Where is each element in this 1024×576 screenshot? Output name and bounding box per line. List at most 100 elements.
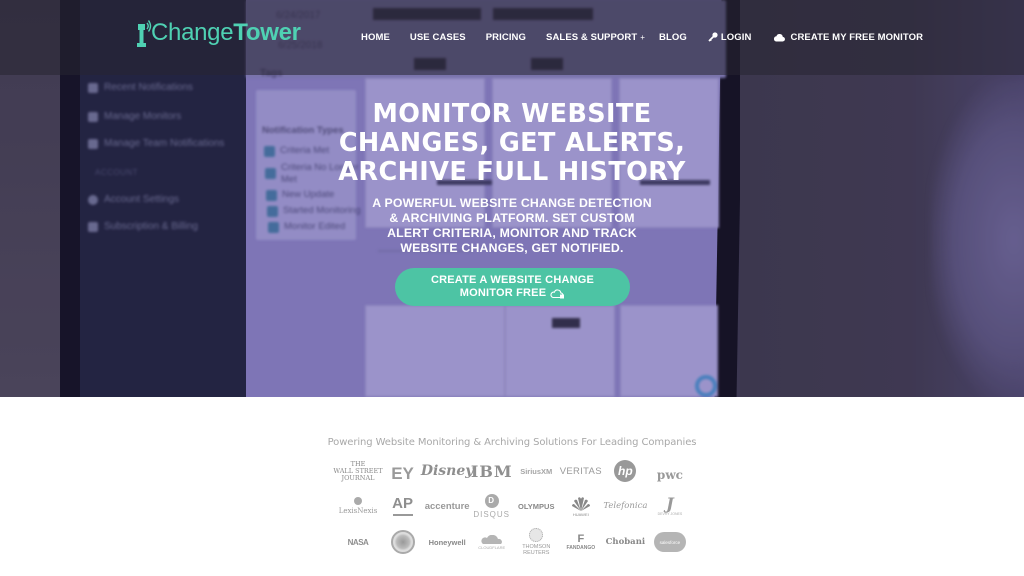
client-logo-thomson-reuters: THOMSON REUTERS <box>514 528 558 556</box>
cta-label-line: CREATE A WEBSITE CHANGE <box>430 274 595 286</box>
client-logo-text: LexisNexis <box>338 507 378 515</box>
client-logo-text: DISQUS <box>473 509 511 519</box>
client-logo-text: pwc <box>656 468 683 482</box>
clients-row: NASA Honeywell CLOUDFLARE THOMSON REUTERS… <box>336 526 692 558</box>
hero-subtitle-line: A POWERFUL WEBSITE CHANGE DETECTION <box>372 196 652 210</box>
client-logo-siriusxm: SiriusXM <box>514 467 558 476</box>
cta-label-line-2: MONITOR FREE <box>395 287 630 300</box>
thomson-reuters-icon <box>529 528 544 542</box>
client-logo-lexisnexis: LexisNexis <box>336 497 380 515</box>
client-logo-text: HUAWEI <box>572 511 589 517</box>
nav-pricing[interactable]: PRICING <box>486 32 526 43</box>
hp-icon: hp <box>614 460 637 482</box>
client-logo-text: DEVRY JONES <box>657 512 683 516</box>
cloud-upload-icon <box>550 288 565 299</box>
client-logo-huawei: HUAWEI <box>559 496 603 517</box>
create-monitor-cta-button[interactable]: CREATE A WEBSITE CHANGE MONITOR FREE <box>395 268 630 306</box>
lexisnexis-icon <box>354 497 362 505</box>
client-logo-text: IBM <box>470 461 513 481</box>
client-logo-ap: AP <box>381 496 425 516</box>
clients-section: Powering Website Monitoring & Archiving … <box>0 397 1024 576</box>
client-logo-disqus: D DISQUS <box>470 493 514 519</box>
devry-icon: J <box>666 494 674 513</box>
client-logo-veritas: VERITAS <box>559 466 603 477</box>
nav-sales-support-label: SALES & SUPPORT <box>546 31 638 43</box>
client-logo-text: OLYMPUS <box>518 501 555 511</box>
key-icon <box>708 32 718 42</box>
client-logo-text: hp <box>618 464 633 478</box>
client-logo-text: Disney <box>420 463 474 479</box>
client-logo-text: VERITAS <box>559 465 602 477</box>
client-logo-cloudflare: CLOUDFLARE <box>470 534 514 550</box>
client-logo-ibm: IBM <box>470 462 514 481</box>
client-logo-text: NASA <box>347 537 369 547</box>
plus-icon: + <box>640 32 646 42</box>
client-logo-seal <box>381 530 425 554</box>
seal-icon <box>390 530 415 554</box>
client-logo-text: Telefonica <box>603 501 648 511</box>
client-logo-accenture: accenture <box>424 500 470 512</box>
cloudflare-icon <box>481 534 502 544</box>
nav-create-free-monitor-label: CREATE MY FREE MONITOR <box>790 31 924 43</box>
clients-row: LexisNexis AP accenture D DISQUS OLYMPUS… <box>336 491 692 521</box>
navbar: iChangeChangeTower HOME USE CASES PRICIN… <box>0 0 1024 75</box>
client-logo-pwc: pwc <box>648 460 692 482</box>
nav-blog[interactable]: BLOG <box>659 32 687 43</box>
main-nav: HOME USE CASES PRICING SALES & SUPPORT + … <box>361 30 923 44</box>
client-logo-wsj: THE WALL STREET JOURNAL <box>333 460 382 482</box>
tower-icon <box>136 18 152 48</box>
nav-create-free-monitor[interactable]: CREATE MY FREE MONITOR <box>773 32 923 43</box>
logo-text-change: Change <box>151 19 234 46</box>
client-logo-ey: EY <box>381 458 425 484</box>
hero-section: Recent Notifications Manage Monitors Man… <box>0 0 1024 397</box>
client-logo-text: SiriusXM <box>520 466 553 476</box>
client-logo-text: FANDANGO <box>566 544 596 551</box>
client-logo-text: EY <box>391 464 414 483</box>
client-logo-fandango: F FANDANGO <box>559 532 603 551</box>
nav-login-label: LOGIN <box>720 31 752 43</box>
nav-sales-support[interactable]: SALES & SUPPORT + <box>546 32 645 43</box>
hero-title: MONITOR WEBSITE CHANGES, GET ALERTS, ARC… <box>300 100 724 187</box>
cloud-icon <box>773 33 786 42</box>
fandango-icon: F <box>577 532 585 545</box>
hero-subtitle-line: WEBSITE CHANGES, GET NOTIFIED. <box>400 241 624 255</box>
ap-underline <box>392 514 413 516</box>
clients-heading: Powering Website Monitoring & Archiving … <box>327 437 697 448</box>
nav-use-cases[interactable]: USE CASES <box>410 32 466 43</box>
client-logo-text: CLOUDFLARE <box>478 544 506 550</box>
client-logo-hp: hp <box>603 460 647 482</box>
nav-pricing-label: PRICING <box>485 31 527 43</box>
clients-row: THE WALL STREET JOURNAL EY Disney IBM Siri… <box>333 457 692 485</box>
hero-title-line: MONITOR WEBSITE <box>372 99 652 129</box>
hero-title-line: CHANGES, GET ALERTS, <box>338 128 686 158</box>
nav-login[interactable]: LOGIN <box>708 32 752 43</box>
client-logo-text: Honeywell <box>428 537 466 547</box>
client-logo-honeywell: Honeywell <box>425 538 469 547</box>
nav-blog-label: BLOG <box>659 31 687 43</box>
nav-use-cases-label: USE CASES <box>409 31 466 43</box>
salesforce-icon: salesforce <box>653 532 686 552</box>
huawei-icon <box>571 496 590 511</box>
client-logo-text: Chobani <box>605 537 646 547</box>
client-logo-devry: J DEVRY JONES <box>648 494 692 517</box>
nav-home[interactable]: HOME <box>361 32 390 43</box>
cta-label-line: MONITOR FREE <box>459 287 547 299</box>
hero-title-line: ARCHIVE FULL HISTORY <box>338 157 686 187</box>
logo-text: iChangeChangeTower <box>151 18 301 48</box>
client-logo-nasa: NASA <box>336 538 380 547</box>
hero-subtitle-line: ALERT CRITERIA, MONITOR AND TRACK <box>387 226 637 240</box>
client-logo-olympus: OLYMPUS <box>514 502 558 511</box>
client-logo-text: AP <box>392 495 413 512</box>
logo[interactable]: iChangeChangeTower <box>136 14 301 48</box>
hero-subtitle-line: & ARCHIVING PLATFORM. SET CUSTOM <box>389 211 635 225</box>
logo-text-bold: Tower <box>233 19 301 46</box>
client-logo-text: accenture <box>424 500 470 512</box>
nav-home-label: HOME <box>361 31 390 43</box>
client-logo-chobani: Chobani <box>603 537 647 547</box>
client-logo-text: REUTERS <box>523 550 550 556</box>
client-logo-disney: Disney <box>421 463 474 479</box>
hero-subtitle: A POWERFUL WEBSITE CHANGE DETECTION & AR… <box>340 196 684 256</box>
disqus-icon: D <box>484 493 499 508</box>
wsj-line: JOURNAL <box>341 473 375 482</box>
client-logo-text: salesforce <box>659 539 681 545</box>
